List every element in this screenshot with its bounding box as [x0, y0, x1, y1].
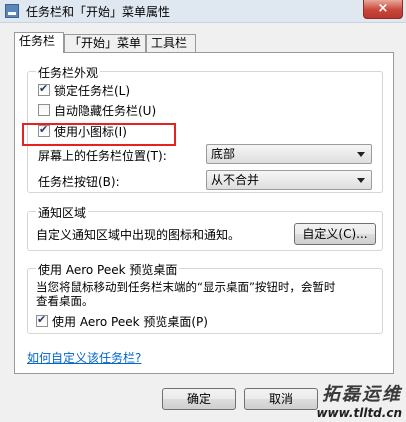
aero-peek-description-line2: 查看桌面。 [36, 294, 94, 308]
taskbar-buttons-select[interactable]: 从不合并 [206, 170, 372, 190]
group-title-aero-peek: 使用 Aero Peek 预览桌面 [36, 261, 180, 278]
chevron-down-icon [357, 152, 365, 157]
notification-description: 自定义通知区域中出现的图标和通知。 [36, 228, 241, 242]
group-notification-area: 通知区域 自定义通知区域中出现的图标和通知。 自定义(C)... [27, 204, 383, 251]
tab-taskbar[interactable]: 任务栏 [14, 32, 64, 53]
taskbar-position-select[interactable]: 底部 [206, 144, 372, 164]
watermark-text: 拓磊运维 [322, 384, 402, 405]
group-title-appearance: 任务栏外观 [36, 64, 101, 81]
taskbar-position-value: 底部 [211, 147, 236, 161]
group-title-notification: 通知区域 [36, 204, 89, 221]
watermark-url: www.tlltd.cn [316, 406, 402, 420]
chevron-down-icon [357, 178, 365, 183]
help-link[interactable]: 如何自定义该任务栏? [27, 349, 141, 366]
aero-peek-label[interactable]: 使用 Aero Peek 预览桌面(P) [52, 313, 208, 330]
aero-peek-checkbox[interactable] [36, 313, 48, 327]
tab-panel-taskbar: 任务栏外观 锁定任务栏(L) 自动隐藏任务栏(U) 使用小图标(I) 屏幕上的任… [14, 52, 394, 374]
autohide-label[interactable]: 自动隐藏任务栏(U) [54, 102, 156, 119]
buttons-label: 任务栏按钮(B): [38, 175, 120, 189]
taskbar-buttons-value: 从不合并 [211, 173, 260, 187]
lock-taskbar-label[interactable]: 锁定任务栏(L) [54, 82, 130, 99]
tab-toolbars[interactable]: 工具栏 [146, 34, 196, 52]
taskbar-properties-window: 任务栏和「开始」菜单属性 × 任务栏 「开始」菜单 工具栏 任务栏外观 锁定任务… [0, 0, 406, 422]
watermark: 拓磊运维 www.tlltd.cn [316, 380, 402, 420]
tab-start-menu[interactable]: 「开始」菜单 [64, 34, 146, 52]
title-bar[interactable]: 任务栏和「开始」菜单属性 × [0, 0, 406, 23]
ok-button[interactable]: 确定 [162, 388, 236, 410]
autohide-checkbox[interactable] [38, 104, 50, 116]
lock-taskbar-checkbox[interactable] [38, 82, 50, 96]
position-label: 屏幕上的任务栏位置(T): [38, 149, 167, 163]
taskbar-app-icon [5, 4, 19, 18]
customize-button[interactable]: 自定义(C)... [294, 223, 376, 245]
close-button[interactable]: × [363, 0, 403, 19]
cancel-button[interactable]: 取消 [244, 388, 318, 410]
group-aero-peek: 使用 Aero Peek 预览桌面 当您将鼠标移动到任务栏末端的“显示桌面”按钮… [27, 261, 383, 334]
annotation-highlight-box [22, 123, 176, 146]
window-title: 任务栏和「开始」菜单属性 [26, 5, 171, 19]
